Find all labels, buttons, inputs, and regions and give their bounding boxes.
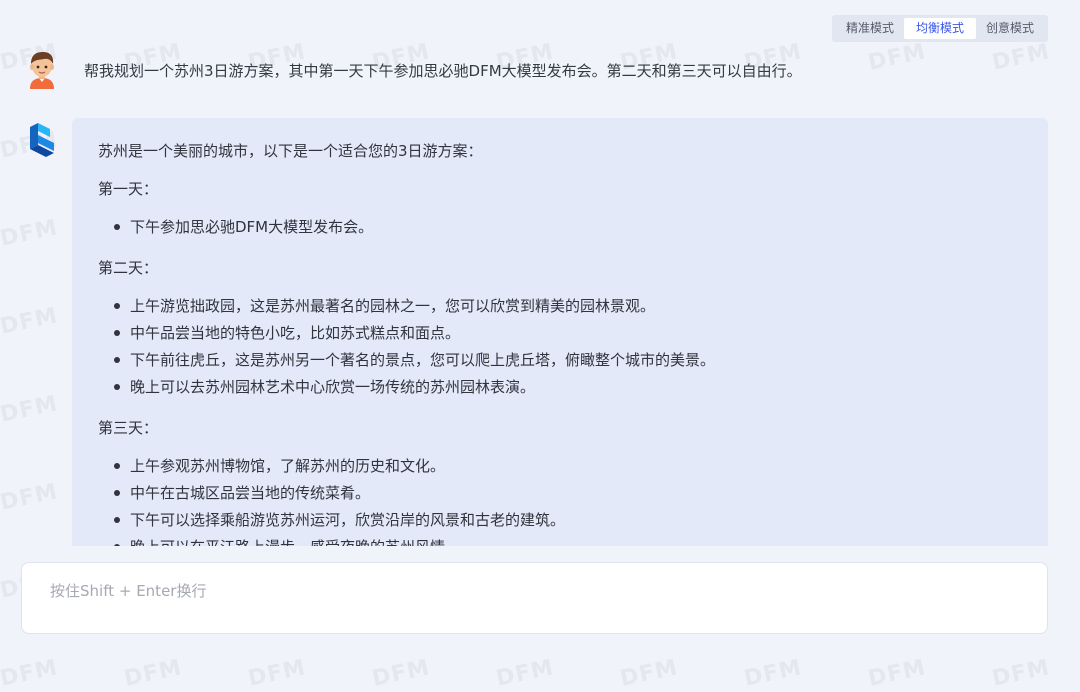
watermark-text: DFM	[0, 215, 61, 252]
watermark-text: DFM	[122, 655, 185, 692]
chat-input-box[interactable]	[21, 562, 1048, 634]
watermark-text: DFM	[0, 479, 61, 516]
list-item: 中午品尝当地的特色小吃，比如苏式糕点和面点。	[98, 322, 1028, 349]
watermark-text: DFM	[494, 655, 557, 692]
list-item: 晚上可以去苏州园林艺术中心欣赏一场传统的苏州园林表演。	[98, 376, 1028, 403]
mode-tab-balanced[interactable]: 均衡模式	[903, 18, 976, 39]
watermark-text: DFM	[0, 303, 61, 340]
list-item: 上午参观苏州博物馆，了解苏州的历史和文化。	[98, 455, 1028, 482]
day-item-list: 上午参观苏州博物馆，了解苏州的历史和文化。 中午在古城区品尝当地的传统菜肴。 下…	[98, 455, 1028, 546]
watermark-text: DFM	[246, 655, 309, 692]
watermark-text: DFM	[0, 655, 61, 692]
day-item-list: 下午参加思必驰DFM大模型发布会。	[98, 216, 1028, 243]
bot-reply-bubble: 苏州是一个美丽的城市，以下是一个适合您的3日游方案： 第一天： 下午参加思必驰D…	[72, 118, 1048, 546]
list-item: 下午参加思必驰DFM大模型发布会。	[98, 216, 1028, 243]
watermark-text: DFM	[0, 391, 61, 428]
user-avatar-icon	[26, 51, 58, 89]
watermark-text: DFM	[866, 39, 929, 76]
watermark-text: DFM	[990, 39, 1053, 76]
mode-tab-precise[interactable]: 精准模式	[836, 18, 904, 39]
day-heading: 第三天：	[98, 419, 159, 437]
list-item: 晚上可以在平江路上漫步，感受夜晚的苏州风情。	[98, 536, 1028, 546]
watermark-text: DFM	[866, 655, 929, 692]
reply-intro: 苏州是一个美丽的城市，以下是一个适合您的3日游方案：	[98, 142, 483, 160]
watermark-text: DFM	[990, 655, 1053, 692]
list-item: 下午前往虎丘，这是苏州另一个著名的景点，您可以爬上虎丘塔，俯瞰整个城市的美景。	[98, 349, 1028, 376]
list-item: 上午游览拙政园，这是苏州最著名的园林之一，您可以欣赏到精美的园林景观。	[98, 295, 1028, 322]
day-item-list: 上午游览拙政园，这是苏州最著名的园林之一，您可以欣赏到精美的园林景观。 中午品尝…	[98, 295, 1028, 403]
user-message: 帮我规划一个苏州3日游方案，其中第一天下午参加思必驰DFM大模型发布会。第二天和…	[84, 62, 802, 80]
bot-reply-content: 苏州是一个美丽的城市，以下是一个适合您的3日游方案： 第一天： 下午参加思必驰D…	[98, 140, 1028, 546]
list-item: 下午可以选择乘船游览苏州运河，欣赏沿岸的风景和古老的建筑。	[98, 509, 1028, 536]
chat-input[interactable]	[50, 580, 950, 602]
mode-switcher: 精准模式 均衡模式 创意模式	[831, 15, 1048, 42]
day-heading: 第二天：	[98, 259, 159, 277]
watermark-text: DFM	[742, 655, 805, 692]
watermark-text: DFM	[618, 655, 681, 692]
mode-tab-creative[interactable]: 创意模式	[976, 18, 1044, 39]
list-item: 中午在古城区品尝当地的传统菜肴。	[98, 482, 1028, 509]
dfm-logo-icon	[26, 121, 58, 159]
watermark-text: DFM	[370, 655, 433, 692]
day-heading: 第一天：	[98, 180, 159, 198]
